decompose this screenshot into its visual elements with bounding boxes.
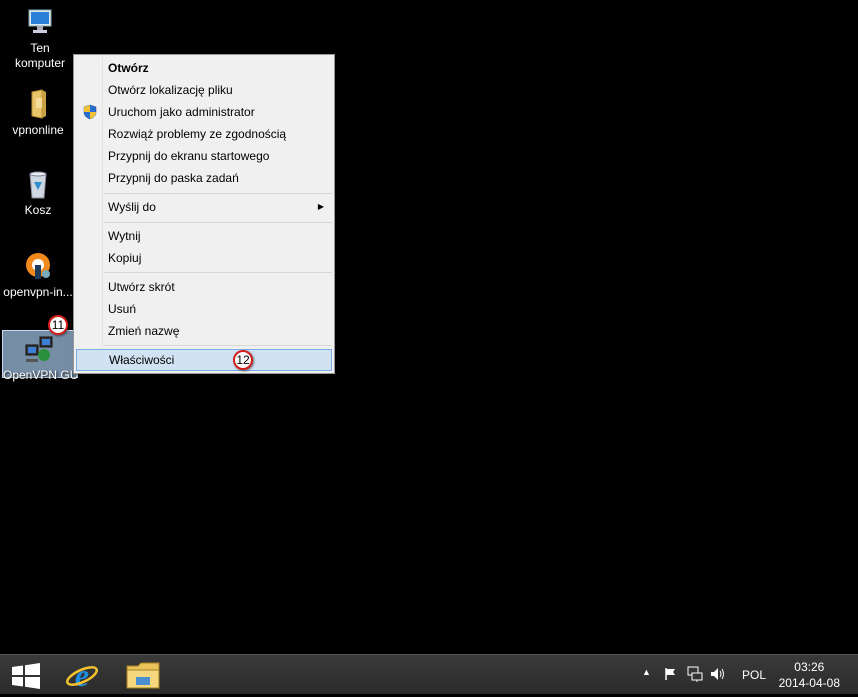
menu-separator [104,222,332,223]
volume-icon[interactable] [710,667,726,684]
menu-item-label: Przypnij do paska zadań [108,171,239,185]
menu-item-label: Rozwiąż problemy ze zgodnością [108,127,287,141]
network-icon[interactable] [687,666,703,685]
svg-text:e: e [75,658,89,692]
openvpn-installer-icon [22,250,54,282]
submenu-arrow-icon: ▶ [317,202,324,211]
taskbar: e ▲ POL 03:26 2014-04-08 [0,654,858,694]
annotation-badge-11: 11 [48,315,68,335]
context-menu: Otwórz Otwórz lokalizację pliku Uruchom … [73,54,335,374]
menu-item-label: Wyślij do [108,200,156,214]
menu-item-pin-to-taskbar[interactable]: Przypnij do paska zadań [76,167,332,189]
desktop-icon-label: Ten [30,41,50,55]
menu-item-create-shortcut[interactable]: Utwórz skrót [76,276,332,298]
menu-item-label: Właściwości [109,353,175,367]
clock-date: 2014-04-08 [778,676,840,690]
internet-explorer-button[interactable]: e [56,655,112,695]
menu-item-label: Zmień nazwę [108,324,180,338]
recycle-bin-icon [22,168,54,200]
menu-separator [104,345,332,346]
desktop-icon-label: openvpn-in... [3,285,73,299]
windows-start-icon [12,663,40,694]
folder-icon [22,88,54,120]
show-hidden-icons-chevron[interactable]: ▲ [642,667,651,677]
file-explorer-icon [126,660,160,695]
menu-item-copy[interactable]: Kopiuj [76,247,332,269]
menu-item-open[interactable]: Otwórz [76,57,332,79]
desktop-icon-label: OpenVPN GUI [3,368,77,382]
desktop-icon-label: komputer [14,56,66,70]
desktop-icon-vpnonline[interactable]: vpnonline [0,88,76,138]
menu-item-delete[interactable]: Usuń [76,298,332,320]
annotation-badge-12: 12 [233,350,253,370]
desktop-icon-recycle-bin[interactable]: Kosz [0,168,76,218]
desktop-icon-this-pc[interactable]: Ten komputer [2,6,78,71]
language-indicator[interactable]: POL [742,668,766,682]
menu-item-label: Usuń [108,302,137,316]
internet-explorer-icon: e [65,657,99,697]
menu-item-troubleshoot-compatibility[interactable]: Rozwiąż problemy ze zgodnością [76,123,332,145]
desktop-icon-openvpn-installer[interactable]: openvpn-in... [0,250,76,300]
menu-item-label: Uruchom jako administrator [108,105,255,119]
menu-item-send-to[interactable]: Wyślij do ▶ [76,196,332,218]
menu-item-label: Wytnij [108,229,141,243]
menu-item-label: Przypnij do ekranu startowego [108,149,270,163]
menu-separator [104,272,332,273]
menu-item-pin-to-start[interactable]: Przypnij do ekranu startowego [76,145,332,167]
file-explorer-button[interactable] [116,655,172,695]
desktop-icon-label: vpnonline [12,123,64,137]
uac-shield-icon [83,104,97,120]
start-button[interactable] [0,655,56,695]
clock[interactable]: 03:26 2014-04-08 [779,659,840,691]
openvpn-gui-icon [24,333,56,365]
computer-icon [24,6,56,38]
desktop-icon-openvpn-gui[interactable]: OpenVPN GUI [2,330,78,382]
clock-time: 03:26 [794,660,825,674]
menu-item-label: Otwórz lokalizację pliku [108,83,233,97]
menu-item-rename[interactable]: Zmień nazwę [76,320,332,342]
menu-item-label: Utwórz skrót [108,280,175,294]
menu-separator [104,193,332,194]
menu-item-open-file-location[interactable]: Otwórz lokalizację pliku [76,79,332,101]
action-center-flag-icon[interactable] [664,667,678,684]
menu-item-cut[interactable]: Wytnij [76,225,332,247]
menu-item-run-as-admin[interactable]: Uruchom jako administrator [76,101,332,123]
desktop-icon-label: Kosz [24,203,52,217]
menu-item-properties[interactable]: Właściwości [76,349,332,371]
menu-item-label: Kopiuj [108,251,142,265]
menu-item-label: Otwórz [108,61,149,75]
